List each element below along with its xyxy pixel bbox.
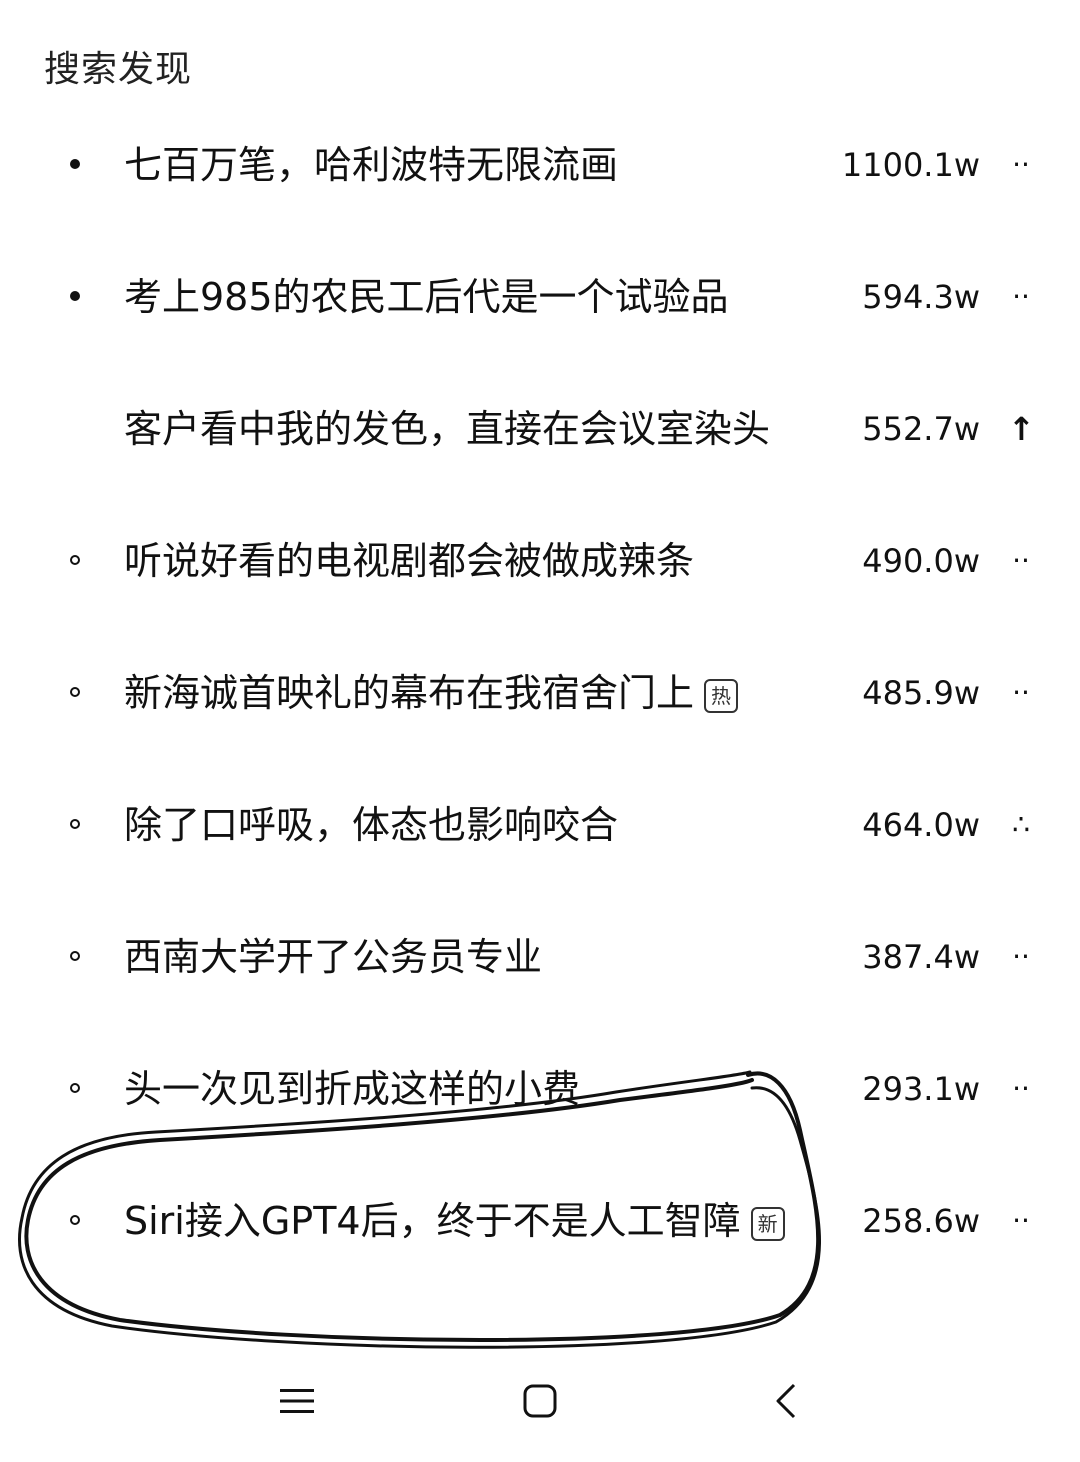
nav-menu-button[interactable]	[262, 1366, 332, 1436]
trend-icon: ··	[1012, 280, 1030, 313]
nav-home-button[interactable]	[505, 1366, 575, 1436]
back-icon	[776, 1383, 796, 1419]
search-count: 387.4w	[862, 938, 980, 976]
nav-back-button[interactable]	[752, 1366, 822, 1436]
search-count: 485.9w	[862, 674, 980, 712]
item-title: Siri接入GPT4后，终于不是人工智障新	[124, 1195, 785, 1247]
bullet-icon	[70, 291, 80, 301]
item-title: 考上985的农民工后代是一个试验品	[124, 275, 729, 319]
trend-icon: ··	[1012, 1204, 1030, 1237]
trend-icon: ··	[1012, 1072, 1030, 1105]
trend-icon: ··	[1012, 940, 1030, 973]
bullet-icon	[70, 819, 80, 829]
bullet-icon	[70, 1215, 80, 1225]
search-count: 258.6w	[862, 1202, 980, 1240]
bullet-icon	[70, 159, 80, 169]
search-count: 552.7w	[862, 410, 980, 448]
search-count: 293.1w	[862, 1070, 980, 1108]
search-count: 464.0w	[862, 806, 980, 844]
bullet-icon	[70, 555, 80, 565]
search-count: 594.3w	[862, 278, 980, 316]
trend-icon: ∴	[1012, 808, 1030, 841]
item-title: 新海诚首映礼的幕布在我宿舍门上热	[124, 667, 739, 719]
new-tag-icon: 新	[750, 1206, 785, 1241]
bullet-icon	[70, 951, 80, 961]
menu-icon	[280, 1389, 314, 1413]
list-item[interactable]: 客户看中我的发色，直接在会议室染头 552.7w ↑	[0, 363, 1080, 495]
bullet-icon	[70, 687, 80, 697]
hot-tag-icon: 热	[704, 678, 739, 713]
item-title: 客户看中我的发色，直接在会议室染头	[124, 407, 771, 451]
list-item[interactable]: 头一次见到折成这样的小费 293.1w ··	[0, 1023, 1080, 1155]
trend-icon: ··	[1012, 544, 1030, 577]
item-title: 听说好看的电视剧都会被做成辣条	[124, 539, 695, 583]
trend-icon: ··	[1012, 676, 1030, 709]
item-title: 西南大学开了公务员专业	[124, 935, 543, 979]
bullet-icon	[70, 1083, 80, 1093]
list-item[interactable]: 除了口呼吸，体态也影响咬合 464.0w ∴	[0, 759, 1080, 891]
trend-up-icon: ↑	[1008, 410, 1035, 448]
list-item[interactable]: 西南大学开了公务员专业 387.4w ··	[0, 891, 1080, 1023]
home-icon	[523, 1384, 557, 1418]
list-item[interactable]: 新海诚首映礼的幕布在我宿舍门上热 485.9w ··	[0, 627, 1080, 759]
list-item[interactable]: Siri接入GPT4后，终于不是人工智障新 258.6w ··	[0, 1155, 1080, 1287]
search-count: 490.0w	[862, 542, 980, 580]
list-item[interactable]: 听说好看的电视剧都会被做成辣条 490.0w ··	[0, 495, 1080, 627]
list-item[interactable]: 考上985的农民工后代是一个试验品 594.3w ··	[0, 231, 1080, 363]
trending-list: 七百万笔，哈利波特无限流画 1100.1w ·· 考上985的农民工后代是一个试…	[0, 99, 1080, 1287]
list-item[interactable]: 七百万笔，哈利波特无限流画 1100.1w ··	[0, 99, 1080, 231]
item-title: 除了口呼吸，体态也影响咬合	[124, 803, 619, 847]
item-title: 头一次见到折成这样的小费	[124, 1067, 581, 1111]
trend-icon: ··	[1012, 148, 1030, 181]
item-title: 七百万笔，哈利波特无限流画	[124, 143, 619, 187]
search-count: 1100.1w	[841, 146, 980, 184]
section-title: 搜索发现	[44, 49, 193, 90]
system-nav-bar	[0, 1340, 1080, 1462]
